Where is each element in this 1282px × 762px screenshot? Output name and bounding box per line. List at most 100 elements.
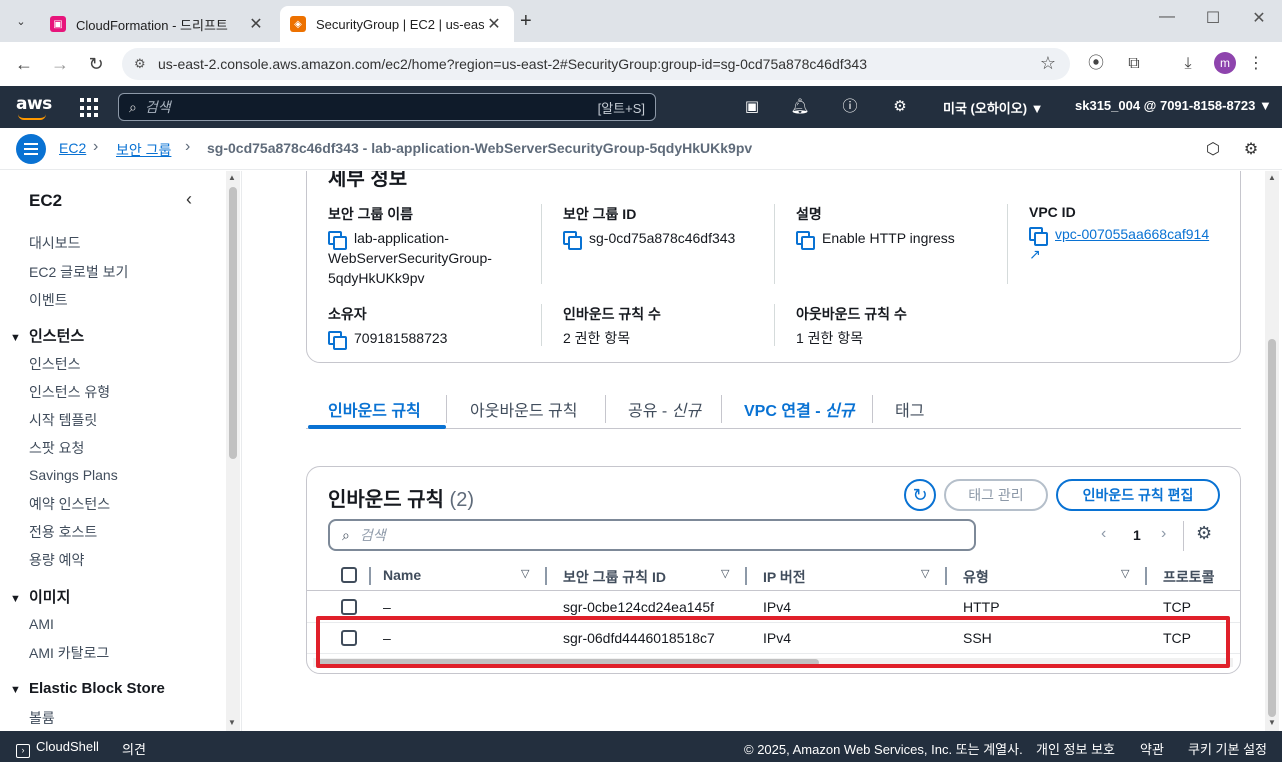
divider	[1007, 204, 1008, 284]
next-page-icon[interactable]: ›	[1161, 525, 1166, 543]
vpc-id-link[interactable]: vpc-007055aa668caf914	[1055, 226, 1209, 242]
address-bar[interactable]: ⚙ us-east-2.console.aws.amazon.com/ec2/h…	[122, 48, 1070, 80]
region-selector[interactable]: 미국 (오하이오) ▼	[943, 98, 1044, 117]
column-header-name[interactable]: Name	[383, 567, 421, 583]
download-icon[interactable]: ⤓	[1176, 52, 1200, 76]
column-header-protocol[interactable]: 프로토콜	[1163, 567, 1215, 587]
browser-tab-securitygroup[interactable]: ◈ SecurityGroup | EC2 | us-east-2 ✕	[280, 6, 514, 42]
table-preferences-gear-icon[interactable]: ⚙	[1196, 523, 1212, 544]
copy-icon[interactable]	[328, 331, 347, 350]
privacy-link[interactable]: 개인 정보 보호	[1036, 739, 1115, 758]
prev-page-icon[interactable]: ‹	[1101, 525, 1106, 543]
scroll-down-icon[interactable]: ▼	[228, 718, 236, 727]
minimize-icon[interactable]: —	[1152, 8, 1182, 26]
nav-menu-button[interactable]	[16, 134, 46, 164]
sidebar-item-dashboard[interactable]: 대시보드	[29, 233, 81, 253]
sidebar-item-reserved[interactable]: 예약 인스턴스	[29, 494, 110, 514]
select-all-checkbox[interactable]	[341, 567, 357, 583]
sidebar-item-capacity[interactable]: 용량 예약	[29, 550, 84, 570]
external-link-icon[interactable]: ↗	[1029, 244, 1041, 264]
close-window-icon[interactable]: ✕	[1244, 8, 1274, 28]
puzzle-icon[interactable]: ⧉	[1122, 52, 1146, 76]
console-settings-icon[interactable]: ⚙	[1240, 139, 1262, 161]
cloudshell-link[interactable]: › CloudShell	[16, 739, 99, 758]
sidebar-item-ami-catalog[interactable]: AMI 카탈로그	[29, 643, 109, 663]
new-tab-icon[interactable]: +	[520, 10, 532, 33]
breadcrumb-ec2[interactable]: EC2	[59, 140, 86, 156]
notifications-hex-icon[interactable]: ⬡	[1202, 139, 1224, 161]
sidebar-section-images[interactable]: ▼ 이미지	[10, 586, 70, 607]
sidebar-item-savings-plans[interactable]: Savings Plans	[29, 467, 118, 483]
sort-caret-icon[interactable]: ▽	[921, 567, 929, 580]
copy-icon[interactable]	[796, 231, 815, 250]
cell-type: HTTP	[963, 599, 1000, 615]
edit-inbound-rules-button[interactable]: 인바운드 규칙 편집	[1056, 479, 1220, 511]
sort-caret-icon[interactable]: ▽	[721, 567, 729, 580]
divider	[774, 204, 775, 284]
sidebar-item-instance-types[interactable]: 인스턴스 유형	[29, 382, 110, 402]
sidebar-section-ebs[interactable]: ▼ Elastic Block Store	[10, 680, 165, 697]
tab-list-icon[interactable]: ⌄	[8, 8, 34, 34]
notification-bell-icon[interactable]: 🔔︎	[790, 97, 810, 117]
more-menu-icon[interactable]: ⋮	[1244, 52, 1268, 76]
browser-tab-cloudformation[interactable]: ▣ CloudFormation - 드리프트 ✕	[40, 6, 276, 42]
column-header-type[interactable]: 유형	[963, 567, 989, 587]
sidebar-item-launch-templates[interactable]: 시작 템플릿	[29, 410, 97, 430]
sidebar-item-instances[interactable]: 인스턴스	[29, 354, 81, 374]
scroll-down-icon[interactable]: ▼	[1268, 718, 1276, 727]
account-menu[interactable]: sk315_004 @ 7091-8158-8723 ▼	[1075, 98, 1272, 113]
close-tab-icon[interactable]: ✕	[246, 14, 266, 34]
sidebar-item-volumes[interactable]: 볼륨	[29, 708, 55, 728]
scroll-thumb[interactable]	[229, 187, 237, 459]
sort-caret-icon[interactable]: ▽	[1121, 567, 1129, 580]
reload-icon[interactable]: ↻	[84, 52, 108, 76]
details-title: 세부 정보	[328, 171, 408, 190]
settings-gear-icon[interactable]: ⚙	[890, 97, 910, 117]
refresh-button[interactable]: ↻	[904, 479, 936, 511]
copy-icon[interactable]	[1029, 227, 1048, 246]
sidebar-item-global-view[interactable]: EC2 글로벌 보기	[29, 262, 128, 282]
forward-icon[interactable]: →	[48, 52, 72, 76]
tab-sharing[interactable]: 공유 - 신규	[628, 397, 701, 421]
bookmark-star-icon[interactable]: ☆	[1040, 53, 1056, 74]
scroll-up-icon[interactable]: ▲	[228, 173, 236, 182]
manage-tags-button[interactable]: 태그 관리	[944, 479, 1048, 511]
cookie-preferences-link[interactable]: 쿠키 기본 설정	[1188, 739, 1267, 758]
copy-icon[interactable]	[563, 231, 582, 250]
extension-icon[interactable]: ⦿	[1084, 52, 1108, 76]
sidebar-item-spot-requests[interactable]: 스팟 요청	[29, 438, 84, 458]
main-scrollbar[interactable]: ▲ ▼	[1265, 171, 1279, 731]
back-icon[interactable]: ←	[12, 52, 36, 76]
scroll-up-icon[interactable]: ▲	[1268, 173, 1276, 182]
sort-caret-icon[interactable]: ▽	[521, 567, 529, 580]
close-tab-icon[interactable]: ✕	[484, 14, 504, 34]
aws-search-input[interactable]: ⌕ 검색 [알트+S]	[118, 93, 656, 121]
collapse-sidebar-icon[interactable]: ‹	[186, 189, 192, 210]
terms-link[interactable]: 약관	[1140, 739, 1164, 758]
sidebar-scrollbar[interactable]: ▲ ▼	[226, 171, 240, 731]
rules-search-input[interactable]: ⌕ 검색	[328, 519, 976, 551]
maximize-icon[interactable]: ☐	[1198, 8, 1228, 28]
page-number[interactable]: 1	[1133, 527, 1141, 543]
sidebar-item-events[interactable]: 이벤트	[29, 290, 68, 310]
tab-inbound-rules[interactable]: 인바운드 규칙	[328, 397, 421, 421]
scroll-thumb[interactable]	[1268, 339, 1276, 717]
cloudshell-icon[interactable]: ▣	[742, 97, 762, 117]
tab-tags[interactable]: 태그	[895, 397, 924, 421]
profile-avatar[interactable]: m	[1214, 52, 1236, 74]
aws-logo[interactable]: aws	[16, 94, 52, 120]
services-grid-icon[interactable]	[80, 98, 100, 118]
sidebar-section-instances[interactable]: ▼ 인스턴스	[10, 325, 84, 346]
site-settings-icon[interactable]: ⚙	[134, 56, 146, 72]
sidebar-item-dedicated-hosts[interactable]: 전용 호스트	[29, 522, 97, 542]
column-header-ip-version[interactable]: IP 버전	[763, 567, 806, 587]
sidebar-item-ami[interactable]: AMI	[29, 616, 54, 632]
column-header-rule-id[interactable]: 보안 그룹 규칙 ID	[563, 567, 666, 587]
help-icon[interactable]: ⓘ	[840, 97, 860, 117]
tab-outbound-rules[interactable]: 아웃바운드 규칙	[470, 397, 578, 421]
row-checkbox[interactable]	[341, 599, 357, 615]
breadcrumb-security-groups[interactable]: 보안 그룹	[116, 140, 171, 160]
feedback-link[interactable]: 의견	[122, 739, 146, 758]
tab-vpc-associations[interactable]: VPC 연결 - 신규	[744, 397, 854, 421]
copy-icon[interactable]	[328, 231, 347, 250]
